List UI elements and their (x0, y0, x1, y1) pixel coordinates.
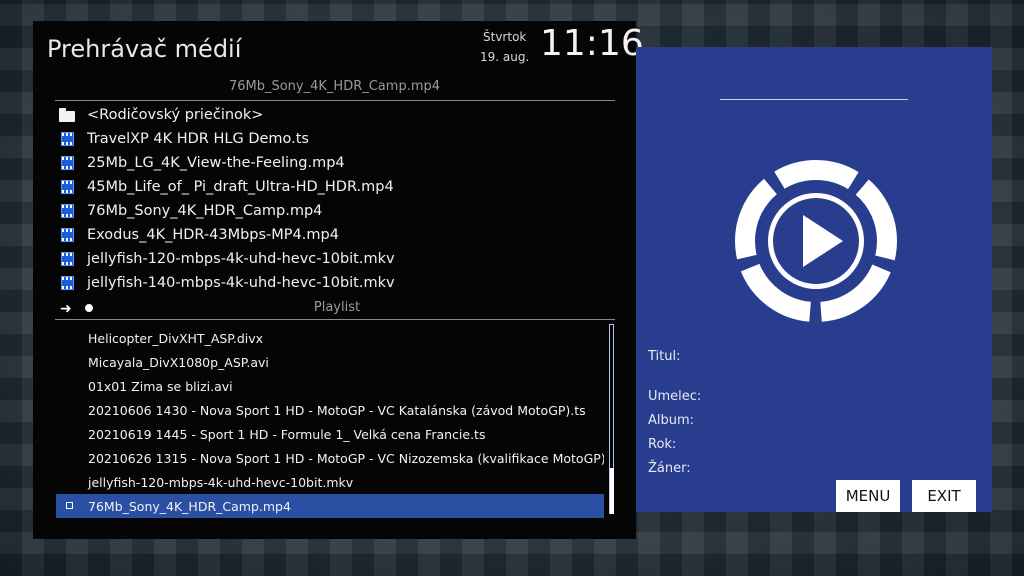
title-label: Titul: (648, 349, 681, 364)
movie-icon (57, 129, 77, 149)
playlist-item[interactable]: 01x01 Zima se blizi.avi (56, 374, 604, 398)
list-item[interactable]: jellyfish-120-mbps-4k-uhd-hevc-10bit.mkv (57, 247, 617, 271)
movie-icon (57, 153, 77, 173)
list-item[interactable]: jellyfish-140-mbps-4k-uhd-hevc-10bit.mkv (57, 271, 617, 295)
media-player-panel: Prehrávač médií Štvrtok 19. aug. 11:16 7… (33, 21, 644, 539)
list-item-parent-folder[interactable]: <Rodičovský priečinok> (57, 103, 617, 127)
divider (720, 99, 908, 100)
list-item-label: 25Mb_LG_4K_View-the-Feeling.mp4 (87, 155, 345, 171)
playlist-item-label: Helicopter_DivXHT_ASP.divx (88, 330, 264, 346)
divider (55, 319, 615, 320)
playlist-item-label: 01x01 Zima se blizi.avi (88, 378, 233, 394)
playlist-item-selected[interactable]: 76Mb_Sony_4K_HDR_Camp.mp4 (56, 494, 604, 518)
menu-button[interactable]: MENU (836, 480, 900, 512)
playlist-item-label: Micayala_DivX1080p_ASP.avi (88, 354, 269, 370)
current-file-label: 76Mb_Sony_4K_HDR_Camp.mp4 (228, 79, 441, 94)
list-item-label: jellyfish-120-mbps-4k-uhd-hevc-10bit.mkv (87, 251, 395, 267)
movie-icon (57, 201, 77, 221)
media-info-panel: Titul: Umelec: Album: Rok: Žáner: MENU E… (636, 47, 992, 512)
playlist-item[interactable]: jellyfish-120-mbps-4k-uhd-hevc-10bit.mkv (56, 470, 604, 494)
divider (55, 100, 615, 101)
artist-label: Umelec: (648, 389, 702, 404)
folder-icon (57, 105, 77, 125)
playlist-header: ➜ Playlist (57, 300, 617, 317)
page-title: Prehrávač médií (47, 35, 242, 63)
playlist: Helicopter_DivXHT_ASP.divx Micayala_DivX… (56, 326, 604, 518)
list-item[interactable]: 25Mb_LG_4K_View-the-Feeling.mp4 (57, 151, 617, 175)
file-list: <Rodičovský priečinok> TravelXP 4K HDR H… (57, 103, 617, 295)
movie-icon (57, 177, 77, 197)
year-label: Rok: (648, 437, 677, 452)
scrollbar-thumb[interactable] (610, 468, 614, 514)
playlist-item-label: jellyfish-120-mbps-4k-uhd-hevc-10bit.mkv (88, 474, 354, 490)
genre-label: Žáner: (648, 461, 691, 476)
movie-icon (57, 273, 77, 293)
list-item[interactable]: TravelXP 4K HDR HLG Demo.ts (57, 127, 617, 151)
movie-icon (57, 225, 77, 245)
movie-icon (57, 249, 77, 269)
list-item-label: 45Mb_Life_of_ Pi_draft_Ultra-HD_HDR.mp4 (87, 179, 394, 195)
list-item-label: TravelXP 4K HDR HLG Demo.ts (87, 131, 309, 147)
playlist-item-label: 20210619 1445 - Sport 1 HD - Formule 1_ … (88, 426, 486, 442)
playlist-item-label: 76Mb_Sony_4K_HDR_Camp.mp4 (88, 498, 291, 514)
list-item-label: <Rodičovský priečinok> (87, 107, 264, 123)
playlist-item[interactable]: Helicopter_DivXHT_ASP.divx (56, 326, 604, 350)
list-item[interactable]: Exodus_4K_HDR-43Mbps-MP4.mp4 (57, 223, 617, 247)
playlist-item[interactable]: Micayala_DivX1080p_ASP.avi (56, 350, 604, 374)
list-item[interactable]: 45Mb_Life_of_ Pi_draft_Ultra-HD_HDR.mp4 (57, 175, 617, 199)
list-item-label: jellyfish-140-mbps-4k-uhd-hevc-10bit.mkv (87, 275, 395, 291)
list-item-label: 76Mb_Sony_4K_HDR_Camp.mp4 (87, 203, 323, 219)
play-circle-icon (735, 160, 897, 322)
album-label: Album: (648, 413, 695, 428)
playlist-item[interactable]: 20210619 1445 - Sport 1 HD - Formule 1_ … (56, 422, 604, 446)
list-item[interactable]: 76Mb_Sony_4K_HDR_Camp.mp4 (57, 199, 617, 223)
playlist-item-label: 20210606 1430 - Nova Sport 1 HD - MotoGP… (88, 402, 586, 418)
day-label: Štvrtok (483, 30, 527, 44)
list-item-label: Exodus_4K_HDR-43Mbps-MP4.mp4 (87, 227, 339, 243)
selection-marker-icon (66, 502, 73, 509)
exit-button[interactable]: EXIT (912, 480, 976, 512)
playlist-item-label: 20210626 1315 - Nova Sport 1 HD - MotoGP… (88, 450, 604, 466)
date-label: 19. aug. (480, 50, 530, 64)
playlist-item[interactable]: 20210606 1430 - Nova Sport 1 HD - MotoGP… (56, 398, 604, 422)
playlist-item[interactable]: 20210626 1315 - Nova Sport 1 HD - MotoGP… (56, 446, 604, 470)
playlist-label: Playlist (313, 300, 361, 315)
clock: 11:16 (540, 23, 644, 64)
